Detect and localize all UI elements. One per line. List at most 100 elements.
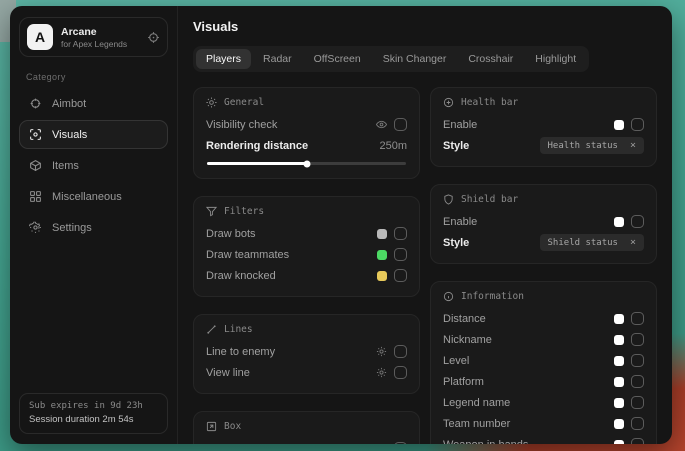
color-swatch[interactable] — [614, 440, 624, 445]
row-label: Draw teammates — [206, 249, 289, 261]
row-nickname: Nickname — [443, 329, 644, 350]
platform-checkbox[interactable] — [631, 375, 644, 388]
diagonal-line-icon — [206, 324, 217, 335]
panel-box-header: Box — [206, 421, 407, 432]
panel-information-header: Information — [443, 291, 644, 302]
row-label: Draw bots — [206, 228, 256, 240]
target-icon[interactable] — [147, 31, 160, 44]
row-label: Style — [443, 140, 469, 152]
panel-title: Shield bar — [461, 194, 518, 205]
sidebar-item-items[interactable]: Items — [19, 151, 168, 180]
draw-teammates-checkbox[interactable] — [394, 248, 407, 261]
tab-highlight[interactable]: Highlight — [525, 49, 586, 69]
line-to-enemy-checkbox[interactable] — [394, 345, 407, 358]
row-level: Level — [443, 350, 644, 371]
tab-radar[interactable]: Radar — [253, 49, 302, 69]
color-swatch[interactable] — [377, 250, 387, 260]
panel-lines-header: Lines — [206, 324, 407, 335]
row-weapon-in-hands: Weapon in hands — [443, 434, 644, 444]
row-label: Team number — [443, 418, 510, 430]
color-swatch[interactable] — [614, 377, 624, 387]
row-draw-bots: Draw bots — [206, 223, 407, 244]
left-column: General Visibility check Rendering dista… — [193, 87, 420, 444]
draw-bots-checkbox[interactable] — [394, 227, 407, 240]
category-label: Category — [26, 72, 161, 82]
color-swatch[interactable] — [377, 271, 387, 281]
shield-enable-checkbox[interactable] — [631, 215, 644, 228]
legend-name-checkbox[interactable] — [631, 396, 644, 409]
gear-icon[interactable] — [376, 367, 387, 378]
tab-offscreen[interactable]: OffScreen — [304, 49, 371, 69]
row-draw-teammates: Draw teammates — [206, 244, 407, 265]
color-swatch[interactable] — [377, 444, 387, 445]
shield-style-chip[interactable]: Shield status × — [540, 234, 644, 251]
row-label: Weapon in hands — [443, 439, 528, 445]
row-label: View line — [206, 367, 250, 379]
view-line-checkbox[interactable] — [394, 366, 407, 379]
draw-knocked-checkbox[interactable] — [394, 269, 407, 282]
color-swatch[interactable] — [614, 419, 624, 429]
row-shield-style: Style Shield status × — [443, 232, 644, 253]
color-swatch[interactable] — [614, 356, 624, 366]
health-style-chip[interactable]: Health status × — [540, 137, 644, 154]
color-swatch[interactable] — [614, 120, 624, 130]
gear-icon[interactable] — [376, 346, 387, 357]
chip-value: Shield status — [548, 238, 618, 248]
nickname-checkbox[interactable] — [631, 333, 644, 346]
tab-skin-changer[interactable]: Skin Changer — [373, 49, 457, 69]
row-shield-enable: Enable — [443, 211, 644, 232]
subscription-info-box: Sub expires in 9d 23h Session duration 2… — [19, 393, 168, 434]
color-swatch[interactable] — [377, 229, 387, 239]
sidebar-item-label: Visuals — [52, 129, 87, 141]
app-logo: A — [27, 24, 53, 50]
row-label: Style — [443, 237, 469, 249]
row-label: Rendering distance — [206, 140, 308, 152]
panel-information: Information Distance Nickname — [430, 281, 657, 444]
sidebar-item-miscellaneous[interactable]: Miscellaneous — [19, 182, 168, 211]
level-checkbox[interactable] — [631, 354, 644, 367]
sidebar-item-settings[interactable]: Settings — [19, 213, 168, 242]
row-platform: Platform — [443, 371, 644, 392]
tab-players[interactable]: Players — [196, 49, 251, 69]
sidebar-item-visuals[interactable]: Visuals — [19, 120, 168, 149]
panel-columns: General Visibility check Rendering dista… — [193, 87, 657, 444]
row-visibility-check: Visibility check — [206, 114, 407, 135]
eye-icon[interactable] — [376, 119, 387, 130]
app-name: Arcane — [61, 26, 127, 38]
weapon-in-hands-checkbox[interactable] — [631, 438, 644, 444]
color-swatch[interactable] — [614, 217, 624, 227]
box-enable-checkbox[interactable] — [394, 442, 407, 444]
color-swatch[interactable] — [614, 314, 624, 324]
row-label: Level — [443, 355, 469, 367]
sidebar-item-aimbot[interactable]: Aimbot — [19, 89, 168, 118]
gear-icon — [29, 221, 42, 234]
row-label: Enable — [443, 119, 477, 131]
panel-general-header: General — [206, 97, 407, 108]
rendering-distance-slider[interactable] — [207, 162, 406, 165]
visibility-check-checkbox[interactable] — [394, 118, 407, 131]
row-draw-knocked: Draw knocked — [206, 265, 407, 286]
box-frame-icon — [206, 421, 217, 432]
sidebar: A Arcane for Apex Legends Category Aimbo… — [10, 6, 178, 444]
panel-lines: Lines Line to enemy View line — [193, 314, 420, 394]
panel-shield-bar: Shield bar Enable Style Shield status — [430, 184, 657, 264]
row-legend-name: Legend name — [443, 392, 644, 413]
panel-health-bar-header: Health bar — [443, 97, 644, 108]
info-circle-icon — [443, 291, 454, 302]
slider-thumb[interactable] — [303, 160, 310, 167]
panel-title: General — [224, 97, 264, 108]
panel-health-bar: Health bar Enable Style Health status — [430, 87, 657, 167]
panel-title: Box — [224, 421, 241, 432]
plus-circle-icon — [443, 97, 454, 108]
page-title: Visuals — [193, 19, 657, 34]
health-enable-checkbox[interactable] — [631, 118, 644, 131]
row-label: Enable — [206, 443, 240, 445]
color-swatch[interactable] — [614, 398, 624, 408]
color-swatch[interactable] — [614, 335, 624, 345]
team-number-checkbox[interactable] — [631, 417, 644, 430]
tab-bar: Players Radar OffScreen Skin Changer Cro… — [193, 46, 589, 72]
distance-checkbox[interactable] — [631, 312, 644, 325]
tab-crosshair[interactable]: Crosshair — [458, 49, 523, 69]
remove-icon[interactable]: × — [630, 140, 636, 151]
remove-icon[interactable]: × — [630, 237, 636, 248]
